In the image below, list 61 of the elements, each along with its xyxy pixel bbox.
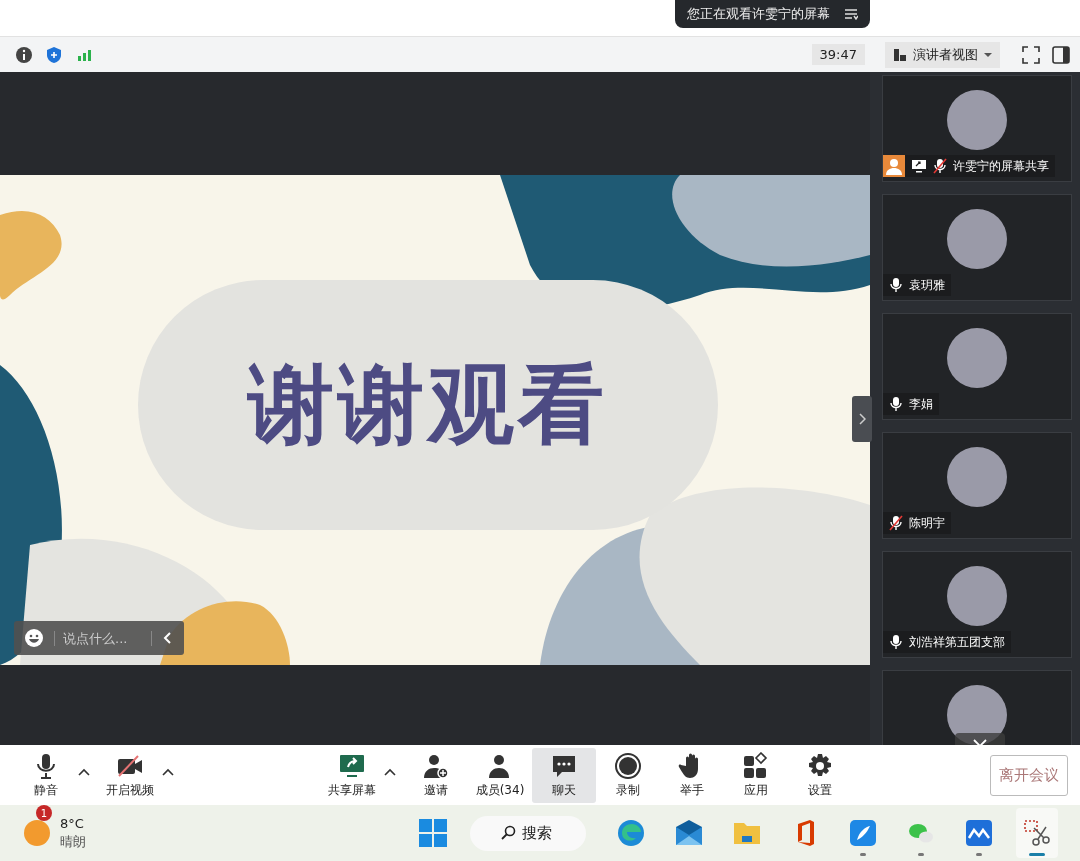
- chat-button[interactable]: 聊天: [532, 747, 597, 803]
- dropdown-caret-icon: [984, 51, 992, 58]
- mic-button[interactable]: 静音: [14, 747, 78, 803]
- invite-button[interactable]: 邀请: [403, 747, 468, 803]
- avatar-placeholder: [947, 447, 1007, 507]
- caret-icon[interactable]: [383, 767, 396, 776]
- participant-tile[interactable]: 李娟: [882, 313, 1072, 420]
- caret-icon[interactable]: [78, 767, 90, 776]
- video-button[interactable]: 开启视频: [98, 747, 162, 803]
- collapse-icon[interactable]: [162, 631, 172, 645]
- meeting-timer: 39:47: [811, 44, 865, 65]
- participant-tile[interactable]: [882, 670, 1072, 745]
- taskbar-search-button[interactable]: 搜索: [470, 815, 586, 851]
- weather-condition: 晴朗: [60, 833, 86, 851]
- banner-text: 您正在观看许雯宁的屏幕: [687, 5, 830, 23]
- avatar-placeholder: [947, 209, 1007, 269]
- smiley-icon[interactable]: [24, 628, 44, 648]
- layout-icon: [893, 47, 907, 62]
- person-icon: [883, 155, 905, 177]
- fullscreen-icon[interactable]: [1022, 45, 1040, 64]
- side-panel-icon[interactable]: [1052, 45, 1070, 64]
- avatar-placeholder: [947, 90, 1007, 150]
- record-button[interactable]: 录制: [596, 747, 661, 803]
- snip-app-icon[interactable]: [1022, 818, 1052, 848]
- meeting-app-icon[interactable]: [964, 818, 994, 848]
- view-mode-button[interactable]: 演讲者视图: [885, 41, 1000, 68]
- info-icon[interactable]: [15, 45, 33, 64]
- list-icon[interactable]: [844, 8, 858, 20]
- chat-bar[interactable]: 说点什么...: [14, 621, 184, 655]
- chevron-right-icon[interactable]: [858, 413, 866, 425]
- chevron-down-icon[interactable]: [973, 738, 987, 745]
- record-icon: [614, 751, 643, 780]
- feather-app-icon[interactable]: [848, 818, 878, 848]
- avatar-placeholder: [947, 566, 1007, 626]
- notification-badge: 1: [36, 805, 52, 821]
- panel-toggle-handle[interactable]: [852, 396, 872, 442]
- search-icon: [500, 825, 516, 841]
- participant-tile[interactable]: 袁玥雅: [882, 194, 1072, 301]
- participant-name: 刘浩祥第五团支部: [909, 633, 1005, 651]
- participant-name: 李娟: [909, 395, 933, 413]
- leave-meeting-button[interactable]: 离开会议: [990, 754, 1068, 796]
- avatar-placeholder: [947, 328, 1007, 388]
- shield-icon[interactable]: [45, 45, 63, 64]
- slide-title: 谢谢观看: [247, 352, 608, 456]
- apps-button[interactable]: 应用: [724, 747, 789, 803]
- share-button[interactable]: 共享屏幕: [319, 747, 384, 803]
- windows-start-icon[interactable]: [418, 818, 448, 848]
- participant-name: 陈明宇: [909, 514, 945, 532]
- participant-tile[interactable]: 陈明宇: [882, 432, 1072, 539]
- mail-app-icon[interactable]: [674, 818, 704, 848]
- settings-button[interactable]: 设置: [788, 747, 853, 803]
- temperature: 8°C: [60, 815, 85, 833]
- caret-icon[interactable]: [162, 767, 174, 776]
- screen-share-icon: [911, 159, 927, 173]
- participant-tile[interactable]: 刘浩祥第五团支部: [882, 551, 1072, 658]
- hand-button[interactable]: 举手: [660, 747, 725, 803]
- participant-name: 许雯宁的屏幕共享: [953, 157, 1049, 175]
- chat-input-field[interactable]: 说点什么...: [54, 630, 152, 646]
- participant-tile[interactable]: 许雯宁的屏幕共享: [882, 75, 1072, 182]
- members-button[interactable]: 成员(34): [467, 747, 533, 803]
- participant-name: 袁玥雅: [909, 276, 945, 294]
